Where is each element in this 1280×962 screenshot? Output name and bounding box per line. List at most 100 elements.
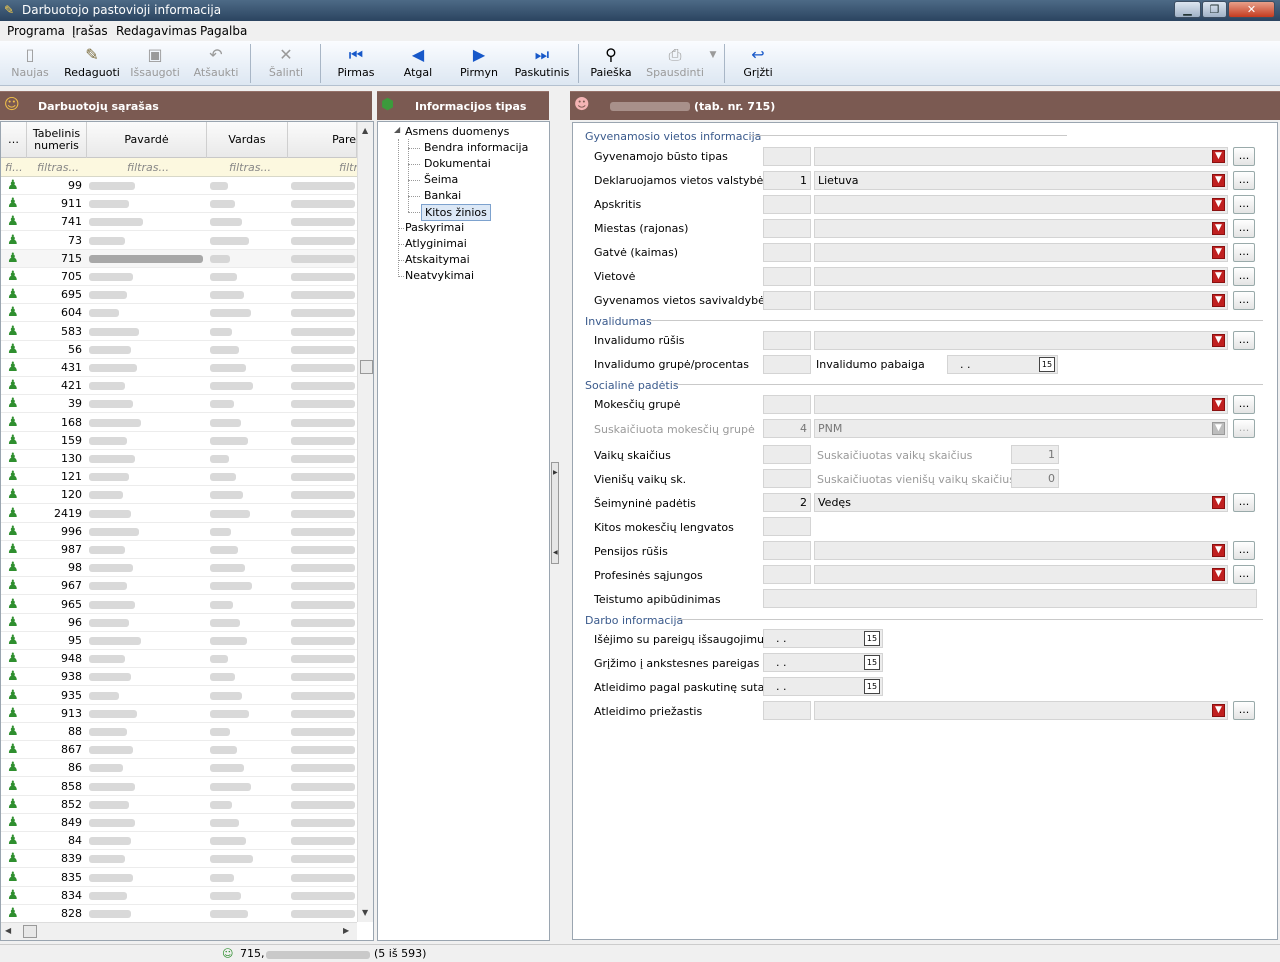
table-row[interactable]: ♟ 705	[1, 268, 357, 286]
inv-rusis-lookup[interactable]: ...	[1233, 331, 1255, 350]
table-row[interactable]: ♟ 168	[1, 414, 357, 432]
vienisu-sk-input[interactable]	[763, 469, 811, 488]
table-row[interactable]: ♟ 88	[1, 723, 357, 741]
dropdown-icon[interactable]: ▼	[1212, 398, 1225, 411]
savivaldybe-code[interactable]	[763, 291, 811, 310]
table-row[interactable]: ♟ 84	[1, 832, 357, 851]
delete-button[interactable]: ✕ Šalinti	[262, 44, 310, 84]
scroll-thumb[interactable]	[360, 360, 373, 374]
calendar-icon[interactable]: 15	[864, 631, 880, 646]
table-row[interactable]: ♟ 839	[1, 850, 357, 869]
gatve-code[interactable]	[763, 243, 811, 262]
dropdown-icon[interactable]: ▼	[1212, 544, 1225, 557]
tree-node-bankai[interactable]: Bankai	[424, 189, 461, 202]
calendar-icon[interactable]: 15	[1039, 357, 1055, 372]
scroll-up-icon[interactable]: ▲	[362, 126, 368, 135]
table-row[interactable]: ♟ 583	[1, 323, 357, 341]
table-row[interactable]: ♟ 121	[1, 468, 357, 487]
miestas-lookup[interactable]: ...	[1233, 219, 1255, 238]
tree-node-dokumentai[interactable]: Dokumentai	[424, 157, 491, 170]
scroll-left-icon[interactable]: ◀	[5, 926, 11, 935]
print-dropdown[interactable]: ▼	[706, 44, 720, 84]
table-row[interactable]: ♟ 96	[1, 614, 357, 632]
atleidimo-priezastis-code[interactable]	[763, 701, 811, 720]
vietove-code[interactable]	[763, 267, 811, 286]
table-row[interactable]: ♟ 695	[1, 286, 357, 305]
atleidimo-priezastis-combo[interactable]: ▼	[814, 701, 1228, 720]
teistumas-input[interactable]	[763, 589, 1257, 608]
table-row[interactable]: ♟ 913	[1, 705, 357, 723]
table-row[interactable]: ♟ 835	[1, 869, 357, 887]
table-row[interactable]: ♟ 965	[1, 596, 357, 614]
profsajungos-lookup[interactable]: ...	[1233, 565, 1255, 584]
save-button[interactable]: ▣ Išsaugoti	[128, 44, 182, 84]
table-row[interactable]: ♟ 159	[1, 432, 357, 450]
table-row[interactable]: ♟ 604	[1, 304, 357, 323]
first-button[interactable]: ⏮ Pirmas	[332, 44, 380, 84]
back-button[interactable]: ↩ Grįžti	[736, 44, 780, 84]
miestas-code[interactable]	[763, 219, 811, 238]
table-row[interactable]: ♟ 98	[1, 559, 357, 578]
grid-vertical-scrollbar[interactable]: ▲ ▼	[357, 122, 373, 922]
dekl-valstybe-code[interactable]: 1	[763, 171, 811, 190]
mok-grupe-combo[interactable]: ▼	[814, 395, 1228, 414]
scroll-down-icon[interactable]: ▼	[362, 908, 368, 917]
filter-cell[interactable]: filtras...	[127, 161, 169, 174]
atleidimas-sut-date[interactable]: . . 15	[763, 677, 883, 696]
table-row[interactable]: ♟ 99	[1, 177, 357, 195]
busto-tipas-lookup[interactable]: ...	[1233, 147, 1255, 166]
menu-redagavimas[interactable]: Redagavimas	[116, 24, 197, 38]
calendar-icon[interactable]: 15	[864, 679, 880, 694]
filter-cell[interactable]: filtr	[339, 161, 358, 174]
table-row[interactable]: ♟ 948	[1, 650, 357, 669]
table-row[interactable]: ♟ 86	[1, 759, 357, 778]
dropdown-icon[interactable]: ▼	[1212, 704, 1225, 717]
inv-pabaiga-date[interactable]: . . 15	[947, 355, 1058, 374]
table-row[interactable]: ♟ 73	[1, 232, 357, 250]
menu-pagalba[interactable]: Pagalba	[200, 24, 247, 38]
edit-button[interactable]: ✎ Redaguoti	[62, 44, 122, 84]
calendar-icon[interactable]: 15	[864, 655, 880, 670]
scroll-thumb[interactable]	[23, 925, 37, 938]
maximize-button[interactable]: ❐	[1202, 1, 1227, 18]
kitos-lengvatos-input[interactable]	[763, 517, 811, 536]
print-button[interactable]: ⎙ Spausdinti	[646, 44, 704, 84]
search-button[interactable]: ⚲ Paieška	[588, 44, 634, 84]
tree-node-asmens-duomenys[interactable]: Asmens duomenys	[405, 125, 509, 138]
dropdown-icon[interactable]: ▼	[1212, 334, 1225, 347]
tree-node-bendra[interactable]: Bendra informacija	[424, 141, 528, 154]
col-pavarde[interactable]: Pavardė	[87, 122, 207, 158]
atleidimo-priezastis-lookup[interactable]: ...	[1233, 701, 1255, 720]
vaiku-sk-input[interactable]	[763, 445, 811, 464]
table-row[interactable]: ♟ 120	[1, 486, 357, 505]
next-button[interactable]: ▶ Pirmyn	[457, 44, 501, 84]
table-row[interactable]: ♟ 938	[1, 668, 357, 687]
profsajungos-code[interactable]	[763, 565, 811, 584]
minimize-button[interactable]: ▁	[1174, 1, 1201, 18]
previous-button[interactable]: ◀ Atgal	[396, 44, 440, 84]
collapse-icon[interactable]: ◢	[394, 125, 400, 134]
table-row[interactable]: ♟ 95	[1, 632, 357, 650]
table-row[interactable]: ♟ 867	[1, 741, 357, 760]
menu-irasas[interactable]: Įrašas	[72, 24, 108, 38]
close-button[interactable]: ✕	[1228, 1, 1275, 18]
dekl-valstybe-combo[interactable]: Lietuva ▼	[814, 171, 1228, 190]
filter-cell[interactable]: filtras...	[37, 161, 79, 174]
seimynine-code[interactable]: 2	[763, 493, 811, 512]
seimynine-combo[interactable]: Vedęs ▼	[814, 493, 1228, 512]
pensijos-code[interactable]	[763, 541, 811, 560]
dropdown-icon[interactable]: ▼	[1212, 568, 1225, 581]
gatve-lookup[interactable]: ...	[1233, 243, 1255, 262]
grizimas-date[interactable]: . . 15	[763, 653, 883, 672]
splitter-handle[interactable]: ▶ ◀	[551, 462, 559, 564]
table-row[interactable]: ♟ 834	[1, 887, 357, 905]
gatve-combo[interactable]: ▼	[814, 243, 1228, 262]
table-row[interactable]: ♟ 849	[1, 814, 357, 832]
filter-cell[interactable]: fi...	[5, 161, 23, 174]
table-row[interactable]: ♟ 39	[1, 395, 357, 414]
mok-grupe-code[interactable]	[763, 395, 811, 414]
apskritis-lookup[interactable]: ...	[1233, 195, 1255, 214]
menu-programa[interactable]: Programa	[7, 24, 65, 38]
mok-grupe-lookup[interactable]: ...	[1233, 395, 1255, 414]
inv-rusis-code[interactable]	[763, 331, 811, 350]
